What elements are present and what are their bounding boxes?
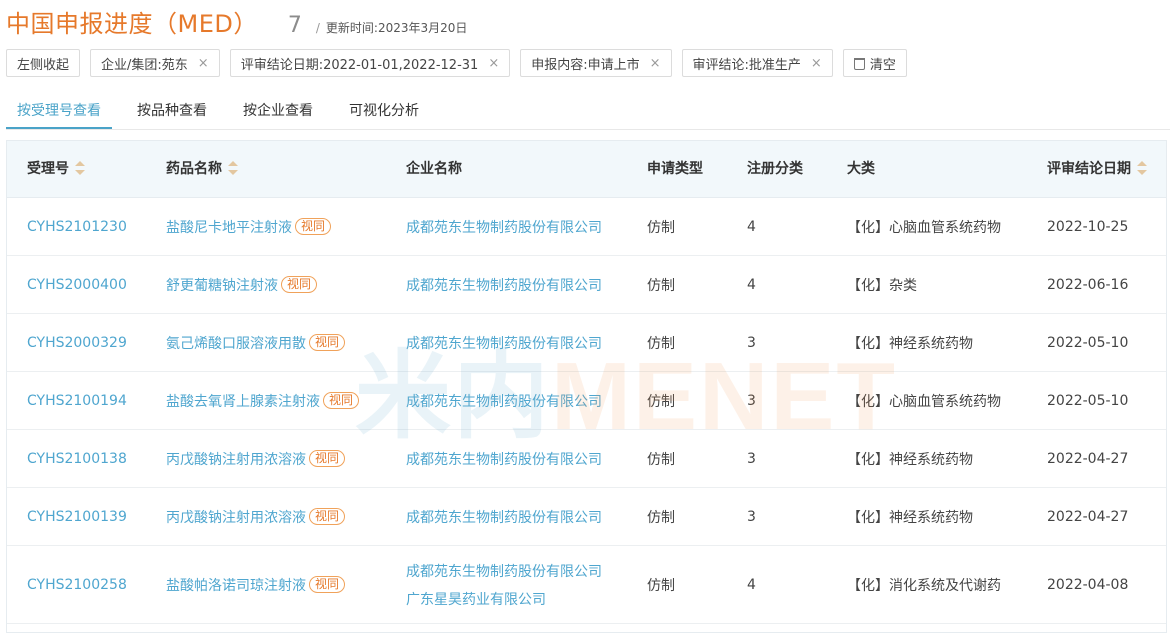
column-header-reg-class: 注册分类: [747, 161, 803, 177]
equivalence-badge: 视同: [309, 334, 346, 351]
company-link[interactable]: 成都苑东生物制药股份有限公司: [406, 449, 602, 469]
review-date: 2022-10-25: [1047, 218, 1129, 235]
app-type: 仿制: [647, 335, 675, 352]
acceptance-no-link[interactable]: CYHS2000329: [27, 335, 127, 351]
tab-by-company[interactable]: 按企业查看: [232, 94, 324, 129]
drug-name-link[interactable]: 舒更葡糖钠注射液: [166, 275, 278, 295]
column-header-acceptance-no[interactable]: 受理号: [27, 141, 85, 198]
table-row: CYHS2100138 丙戊酸钠注射用浓溶液 视同 成都苑东生物制药股份有限公司 …: [7, 430, 1166, 488]
table-row: CYHS2100139 丙戊酸钠注射用浓溶液 视同 成都苑东生物制药股份有限公司 …: [7, 488, 1166, 546]
drug-name-link[interactable]: 丙戊酸钠注射用浓溶液: [166, 507, 306, 527]
review-date: 2022-04-08: [1047, 576, 1129, 593]
review-date: 2022-05-10: [1047, 334, 1129, 351]
tab-by-acceptance-no[interactable]: 按受理号查看: [6, 94, 112, 129]
drug-name-link[interactable]: 盐酸尼卡地平注射液: [166, 217, 292, 237]
drug-category: 【化】心脑血管系统药物: [847, 393, 1001, 410]
acceptance-no-link[interactable]: CYHS2100258: [27, 577, 127, 593]
app-type: 仿制: [647, 509, 675, 526]
tab-visual-analysis[interactable]: 可视化分析: [338, 94, 430, 129]
review-date: 2022-04-27: [1047, 450, 1129, 467]
close-icon[interactable]: ×: [650, 56, 661, 71]
drug-category: 【化】消化系统及代谢药: [847, 577, 1001, 594]
company-link[interactable]: 成都苑东生物制药股份有限公司: [406, 391, 602, 411]
drug-category: 【化】杂类: [847, 277, 917, 294]
result-count: 7: [287, 13, 302, 38]
page-header: 中国申报进度（MED） 7 / 更新时间: 2023年3月20日: [6, 4, 467, 40]
close-icon[interactable]: ×: [198, 56, 209, 71]
equivalence-badge: 视同: [309, 450, 346, 467]
equivalence-badge: 视同: [309, 508, 346, 525]
equivalence-badge: 视同: [309, 576, 346, 593]
app-type: 仿制: [647, 219, 675, 236]
company-link[interactable]: 成都苑东生物制药股份有限公司: [406, 275, 602, 295]
trash-icon: [853, 58, 865, 70]
reg-class: 3: [747, 392, 756, 409]
update-time-value: 2023年3月20日: [377, 21, 468, 35]
review-date: 2022-05-10: [1047, 392, 1129, 409]
drug-category: 【化】神经系统药物: [847, 509, 973, 526]
filter-bar: 左侧收起 企业/集团:苑东 × 评审结论日期:2022-01-01,2022-1…: [6, 49, 907, 77]
column-header-category: 大类: [847, 161, 875, 177]
column-header-drug[interactable]: 药品名称: [166, 141, 238, 198]
table-header: 受理号 药品名称 企业名称 申请类型 注册分类 大类 评审结论日期: [7, 141, 1166, 198]
header-separator: /: [315, 21, 320, 35]
sort-icon[interactable]: [1137, 161, 1147, 175]
reg-class: 4: [747, 576, 756, 593]
acceptance-no-link[interactable]: CYHS2100138: [27, 451, 127, 467]
drug-category: 【化】心脑血管系统药物: [847, 219, 1001, 236]
app-type: 仿制: [647, 451, 675, 468]
close-icon[interactable]: ×: [811, 56, 822, 71]
company-link[interactable]: 广东星昊药业有限公司: [406, 589, 602, 609]
tab-by-drug[interactable]: 按品种查看: [126, 94, 218, 129]
drug-category: 【化】神经系统药物: [847, 451, 973, 468]
company-link[interactable]: 成都苑东生物制药股份有限公司: [406, 333, 602, 353]
reg-class: 4: [747, 276, 756, 293]
filter-chip-company: 企业/集团:苑东 ×: [90, 49, 220, 77]
app-type: 仿制: [647, 393, 675, 410]
acceptance-no-link[interactable]: CYHS2101230: [27, 219, 127, 235]
collapse-sidebar-button[interactable]: 左侧收起: [6, 49, 81, 77]
company-link[interactable]: 成都苑东生物制药股份有限公司: [406, 561, 602, 581]
company-link[interactable]: 成都苑东生物制药股份有限公司: [406, 217, 602, 237]
update-time-label: 更新时间:: [325, 21, 378, 35]
column-header-app-type: 申请类型: [647, 161, 703, 177]
page-title: 中国申报进度（MED）: [6, 10, 258, 38]
drug-name-link[interactable]: 盐酸去氧肾上腺素注射液: [166, 391, 320, 411]
reg-class: 4: [747, 218, 756, 235]
reg-class: 3: [747, 450, 756, 467]
table-row: CYHS2101230 盐酸尼卡地平注射液 视同 成都苑东生物制药股份有限公司 仿…: [7, 198, 1166, 256]
filter-chip-review-date: 评审结论日期:2022-01-01,2022-12-31 ×: [229, 49, 511, 77]
acceptance-no-link[interactable]: CYHS2000400: [27, 277, 127, 293]
review-date: 2022-06-16: [1047, 276, 1129, 293]
drug-name-link[interactable]: 氨己烯酸口服溶液用散: [166, 333, 306, 353]
table-row: CYHS2000329 氨己烯酸口服溶液用散 视同 成都苑东生物制药股份有限公司 …: [7, 314, 1166, 372]
acceptance-no-link[interactable]: CYHS2100194: [27, 393, 127, 409]
filter-chip-application: 申报内容:申请上市 ×: [520, 49, 672, 77]
company-link[interactable]: 成都苑东生物制药股份有限公司: [406, 507, 602, 527]
table-row: CYHS2100258 盐酸帕洛诺司琼注射液 视同 成都苑东生物制药股份有限公司 …: [7, 546, 1166, 624]
close-icon[interactable]: ×: [488, 56, 499, 71]
column-header-company: 企业名称: [406, 161, 462, 177]
column-header-review-date[interactable]: 评审结论日期: [1047, 141, 1147, 198]
equivalence-badge: 视同: [295, 218, 332, 235]
equivalence-badge: 视同: [323, 392, 360, 409]
reg-class: 3: [747, 508, 756, 525]
drug-name-link[interactable]: 盐酸帕洛诺司琼注射液: [166, 575, 306, 595]
drug-category: 【化】神经系统药物: [847, 335, 973, 352]
view-tabs: 按受理号查看 按品种查看 按企业查看 可视化分析: [6, 94, 1170, 130]
sort-icon[interactable]: [228, 161, 238, 175]
table-row: CYHS2100194 盐酸去氧肾上腺素注射液 视同 成都苑东生物制药股份有限公司…: [7, 372, 1166, 430]
reg-class: 3: [747, 334, 756, 351]
drug-name-link[interactable]: 丙戊酸钠注射用浓溶液: [166, 449, 306, 469]
app-type: 仿制: [647, 577, 675, 594]
acceptance-no-link[interactable]: CYHS2100139: [27, 509, 127, 525]
filter-chip-conclusion: 审评结论:批准生产 ×: [681, 49, 833, 77]
equivalence-badge: 视同: [281, 276, 318, 293]
review-date: 2022-04-27: [1047, 508, 1129, 525]
app-type: 仿制: [647, 277, 675, 294]
table-row: CYHS2000400 舒更葡糖钠注射液 视同 成都苑东生物制药股份有限公司 仿制…: [7, 256, 1166, 314]
sort-icon[interactable]: [75, 161, 85, 175]
results-table: 受理号 药品名称 企业名称 申请类型 注册分类 大类 评审结论日期 CYHS21…: [6, 140, 1167, 633]
clear-filters-button[interactable]: 清空: [842, 49, 907, 77]
